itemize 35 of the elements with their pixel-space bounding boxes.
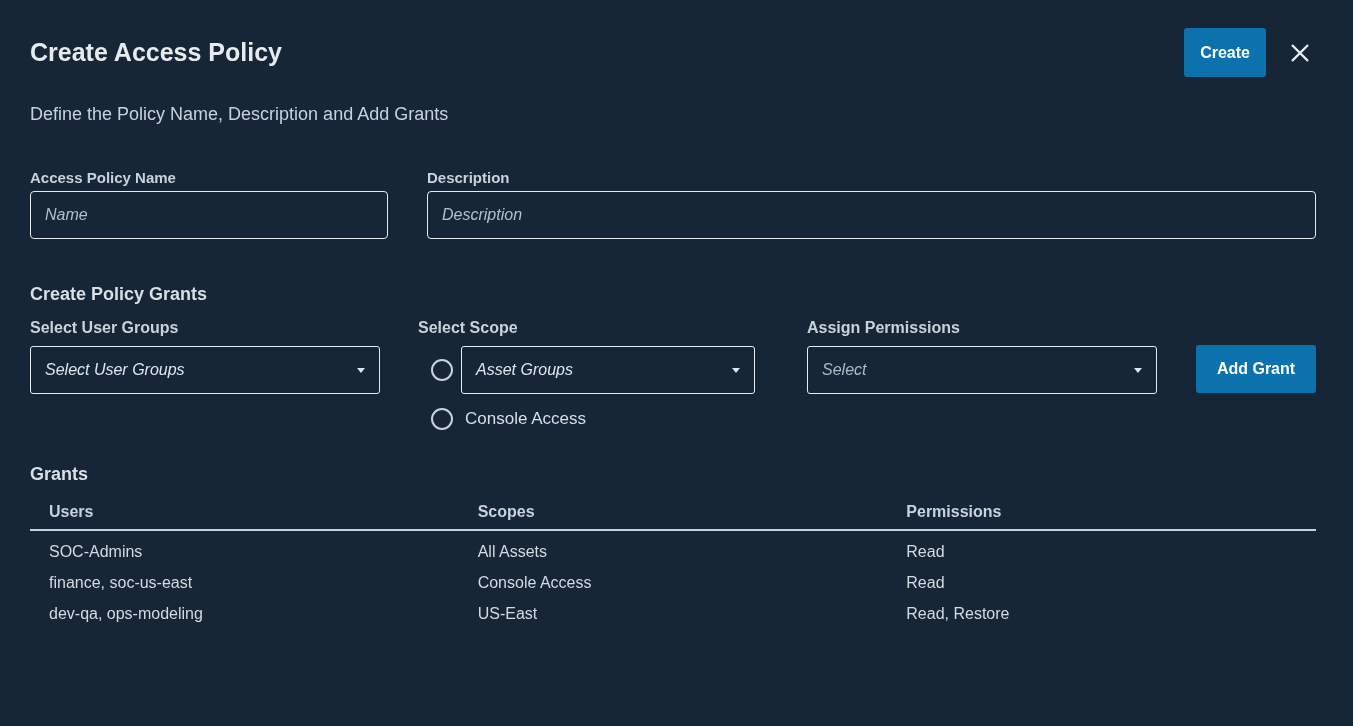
caret-icon	[732, 367, 740, 373]
table-cell-text: dev-qa, ops-modeling	[48, 603, 204, 623]
close-icon[interactable]	[1290, 42, 1310, 63]
caret-icon	[357, 367, 365, 373]
table-cell-text: Read, Restore	[905, 603, 1011, 623]
table-cell-text: US-East	[476, 603, 539, 623]
caret-icon	[1134, 367, 1142, 373]
create-button[interactable]: Create	[1184, 28, 1266, 77]
input-field[interactable]: Description	[427, 191, 1316, 239]
table-cell-text: Console Access	[476, 572, 593, 592]
field-label: Access Policy Name	[30, 169, 177, 186]
column-header: Scopes	[458, 495, 888, 530]
column-header: Permissions	[887, 495, 1316, 530]
table-cell: SOC-Admins	[30, 530, 459, 561]
asset-groups-dropdown[interactable]: Asset Groups	[461, 346, 755, 394]
field-label: Assign Permissions	[807, 319, 961, 337]
user-groups-dropdown[interactable]: Select User Groups	[30, 346, 380, 394]
dialog-subtitle: Define the Policy Name, Description and Add Grants	[30, 104, 450, 125]
field-label: Select User Groups	[30, 319, 180, 337]
section-heading: Create Policy Grants	[30, 284, 209, 305]
radio-button[interactable]	[431, 408, 453, 430]
table-cell: All Assets	[458, 530, 888, 561]
field-label: Description	[427, 169, 511, 186]
column-header: Users	[30, 495, 459, 530]
table-cell: Read	[887, 530, 1316, 561]
input-field[interactable]: Name	[30, 191, 388, 239]
section-heading: Grants	[30, 464, 90, 485]
dialog-title: Create Access Policy	[30, 38, 283, 67]
field-label: Select Scope	[418, 319, 519, 337]
radio-button[interactable]	[431, 359, 453, 381]
permissions-dropdown[interactable]: Select	[807, 346, 1157, 394]
table-cell-text: Read	[905, 572, 946, 592]
add-grant-button[interactable]: Add Grant	[1196, 345, 1316, 393]
table-cell-text: finance, soc-us-east	[48, 572, 194, 592]
radio-label: Console Access	[465, 409, 586, 429]
